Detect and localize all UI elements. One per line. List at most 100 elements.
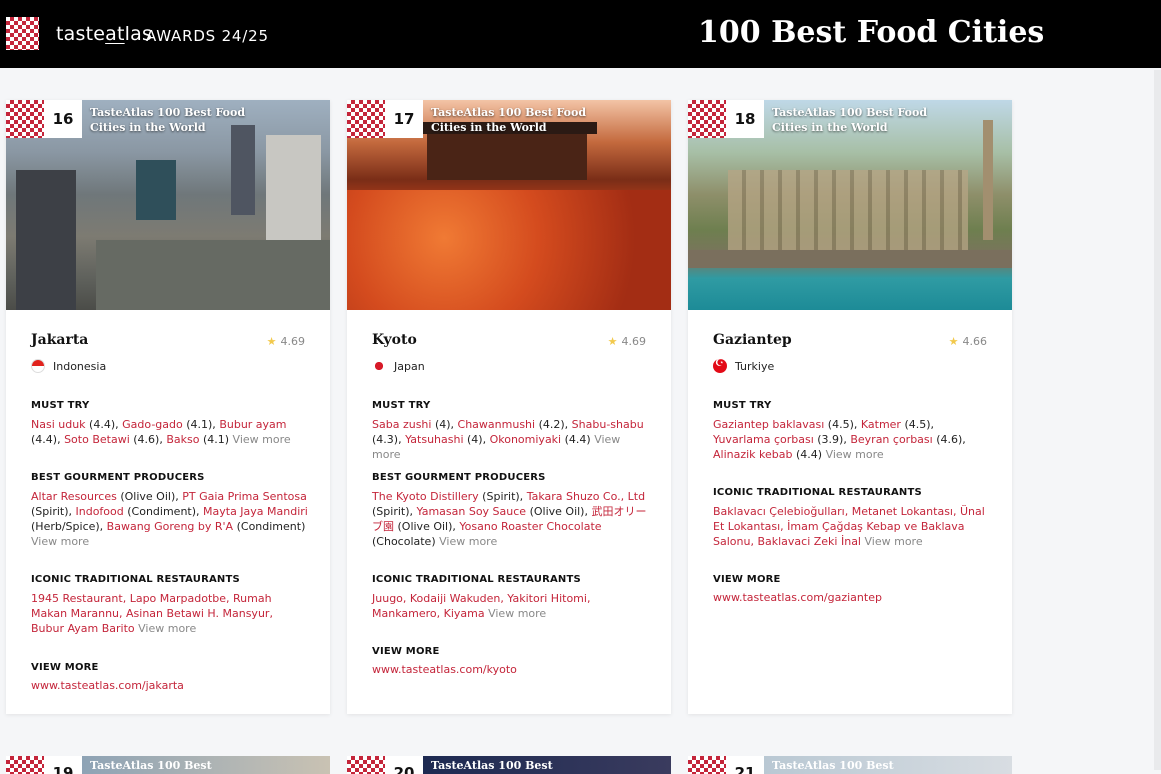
dish-link[interactable]: Yuvarlama çorbası (713, 433, 814, 446)
section-title: ICONIC TRADITIONAL RESTAURANTS (31, 574, 240, 585)
section-title: BEST GOURMENT PRODUCERS (372, 472, 546, 483)
dish-link[interactable]: Beyran çorbası (850, 433, 932, 446)
photo-caption: TasteAtlas 100 Best (431, 759, 553, 772)
city-card-partial[interactable]: 21 TasteAtlas 100 Best (688, 756, 1012, 774)
view-more-link[interactable]: View more (138, 622, 196, 635)
photo-caption: TasteAtlas 100 Best Food Cities in the W… (772, 106, 928, 134)
dish-link[interactable]: Chawanmushi (458, 418, 536, 431)
producer-link[interactable]: The Kyoto Distillery (372, 490, 479, 503)
photo-caption: TasteAtlas 100 Best (90, 759, 212, 772)
dish-link[interactable]: Gaziantep baklavası (713, 418, 824, 431)
dish-link[interactable]: Okonomiyaki (490, 433, 562, 446)
producer-link[interactable]: Takara Shuzo Co., Ltd (527, 490, 645, 503)
producers-section: BEST GOURMENT PRODUCERS Altar Resources … (31, 472, 309, 549)
city-photo[interactable]: 18 TasteAtlas 100 Best Food Cities in th… (688, 100, 1012, 310)
city-url-link[interactable]: www.tasteatlas.com/kyoto (372, 663, 650, 676)
city-name[interactable]: Gaziantep (713, 332, 792, 348)
country[interactable]: Turkiye (713, 359, 774, 373)
photo-caption: TasteAtlas 100 Best Food Cities in the W… (431, 106, 587, 134)
city-card-partial[interactable]: 19 TasteAtlas 100 Best (6, 756, 330, 774)
dish-link[interactable]: Yatsuhashi (405, 433, 463, 446)
view-more-link[interactable]: View more (826, 448, 884, 461)
producers-section: BEST GOURMENT PRODUCERS The Kyoto Distil… (372, 472, 650, 549)
must-try-section: MUST TRY Nasi uduk (4.4), Gado-gado (4.1… (31, 400, 309, 447)
city-photo[interactable]: 16 TasteAtlas 100 Best Food Cities in th… (6, 100, 330, 310)
page-title: 100 Best Food Cities (698, 15, 1045, 50)
producer-link[interactable]: Bawang Goreng by R'A (107, 520, 233, 533)
star-icon: ★ (607, 335, 618, 348)
producer-link[interactable]: PT Gaia Prima Sentosa (182, 490, 307, 503)
minaret-shape (983, 120, 993, 240)
city-url-link[interactable]: www.tasteatlas.com/gaziantep (713, 591, 991, 604)
temple-shape (427, 130, 587, 180)
view-more-link[interactable]: View more (488, 607, 546, 620)
producer-link[interactable]: Altar Resources (31, 490, 117, 503)
must-try-list: Saba zushi (4), Chawanmushi (4.2), Shabu… (372, 418, 644, 461)
view-more-link[interactable]: View more (865, 535, 923, 548)
country[interactable]: Indonesia (31, 359, 106, 373)
houses-shape (728, 170, 968, 250)
star-icon: ★ (948, 335, 959, 348)
restaurants-section: ICONIC TRADITIONAL RESTAURANTS Juugo, Ko… (372, 574, 650, 621)
view-more-section: VIEW MORE www.tasteatlas.com/gaziantep (713, 574, 991, 604)
brand-name[interactable]: tasteatlas (56, 23, 152, 45)
building-shape (266, 135, 321, 240)
building-shape (16, 170, 76, 310)
dish-link[interactable]: Shabu-shabu (572, 418, 644, 431)
view-more-link[interactable]: View more (233, 433, 291, 446)
producer-link[interactable]: Yamasan Soy Sauce (417, 505, 527, 518)
japan-flag-icon (372, 359, 386, 373)
city-card-kyoto[interactable]: 17 TasteAtlas 100 Best Food Cities in th… (347, 100, 671, 714)
city-card-partial[interactable]: 20 TasteAtlas 100 Best (347, 756, 671, 774)
view-more-link[interactable]: View more (31, 535, 89, 548)
restaurants-link[interactable]: Juugo, Kodaiji Wakuden, Yakitori Hitomi,… (372, 592, 590, 620)
photo-caption: TasteAtlas 100 Best Food Cities in the W… (90, 106, 246, 134)
section-title: ICONIC TRADITIONAL RESTAURANTS (713, 487, 922, 498)
city-photo[interactable]: 17 TasteAtlas 100 Best Food Cities in th… (347, 100, 671, 310)
restaurants-link[interactable]: Baklavacı Çelebioğulları, Metanet Lokant… (713, 505, 985, 548)
shore-shape (688, 250, 1012, 268)
scrollbar[interactable] (1154, 70, 1161, 770)
restaurants-list: Juugo, Kodaiji Wakuden, Yakitori Hitomi,… (372, 591, 650, 621)
city-card-gaziantep[interactable]: 18 TasteAtlas 100 Best Food Cities in th… (688, 100, 1012, 714)
producer-link[interactable]: Indofood (76, 505, 124, 518)
producers-list: The Kyoto Distillery (Spirit), Takara Sh… (372, 490, 647, 548)
producer-link[interactable]: Mayta Jaya Mandiri (203, 505, 308, 518)
foliage-shape (347, 190, 671, 310)
checker-badge-icon (688, 756, 726, 774)
rating: ★ 4.69 (607, 335, 646, 348)
dish-link[interactable]: Saba zushi (372, 418, 431, 431)
city-name[interactable]: Jakarta (31, 332, 88, 348)
rating: ★ 4.66 (948, 335, 987, 348)
dish-link[interactable]: Alinazik kebab (713, 448, 793, 461)
city-name[interactable]: Kyoto (372, 332, 417, 348)
restaurants-section: ICONIC TRADITIONAL RESTAURANTS 1945 Rest… (31, 574, 309, 636)
producer-link[interactable]: Yosano Roaster Chocolate (459, 520, 601, 533)
dish-link[interactable]: Soto Betawi (64, 433, 130, 446)
rank-number: 18 (726, 100, 764, 138)
dish-link[interactable]: Bubur ayam (219, 418, 286, 431)
rank-number: 17 (385, 100, 423, 138)
city-card-jakarta[interactable]: 16 TasteAtlas 100 Best Food Cities in th… (6, 100, 330, 714)
dish-link[interactable]: Gado-gado (122, 418, 183, 431)
section-title: BEST GOURMENT PRODUCERS (31, 472, 205, 483)
checker-badge-icon (347, 100, 385, 138)
country[interactable]: Japan (372, 359, 425, 373)
rating: ★ 4.69 (266, 335, 305, 348)
restaurants-section: ICONIC TRADITIONAL RESTAURANTS Baklavacı… (713, 487, 991, 549)
dish-link[interactable]: Katmer (861, 418, 901, 431)
rank-number: 19 (44, 756, 82, 774)
dish-link[interactable]: Bakso (166, 433, 199, 446)
view-more-link[interactable]: View more (439, 535, 497, 548)
checker-badge-icon (6, 756, 44, 774)
awards-label: AWARDS 24/25 (146, 27, 269, 45)
must-try-list: Gaziantep baklavası (4.5), Katmer (4.5),… (713, 418, 966, 461)
dish-link[interactable]: Nasi uduk (31, 418, 86, 431)
city-url-link[interactable]: www.tasteatlas.com/jakarta (31, 679, 309, 692)
section-title: MUST TRY (713, 400, 772, 411)
tasteatlas-logo-icon[interactable] (6, 17, 39, 50)
section-title: MUST TRY (372, 400, 431, 411)
indonesia-flag-icon (31, 359, 45, 373)
top-header: tasteatlas AWARDS 24/25 100 Best Food Ci… (0, 0, 1161, 68)
must-try-section: MUST TRY Gaziantep baklavası (4.5), Katm… (713, 400, 991, 462)
